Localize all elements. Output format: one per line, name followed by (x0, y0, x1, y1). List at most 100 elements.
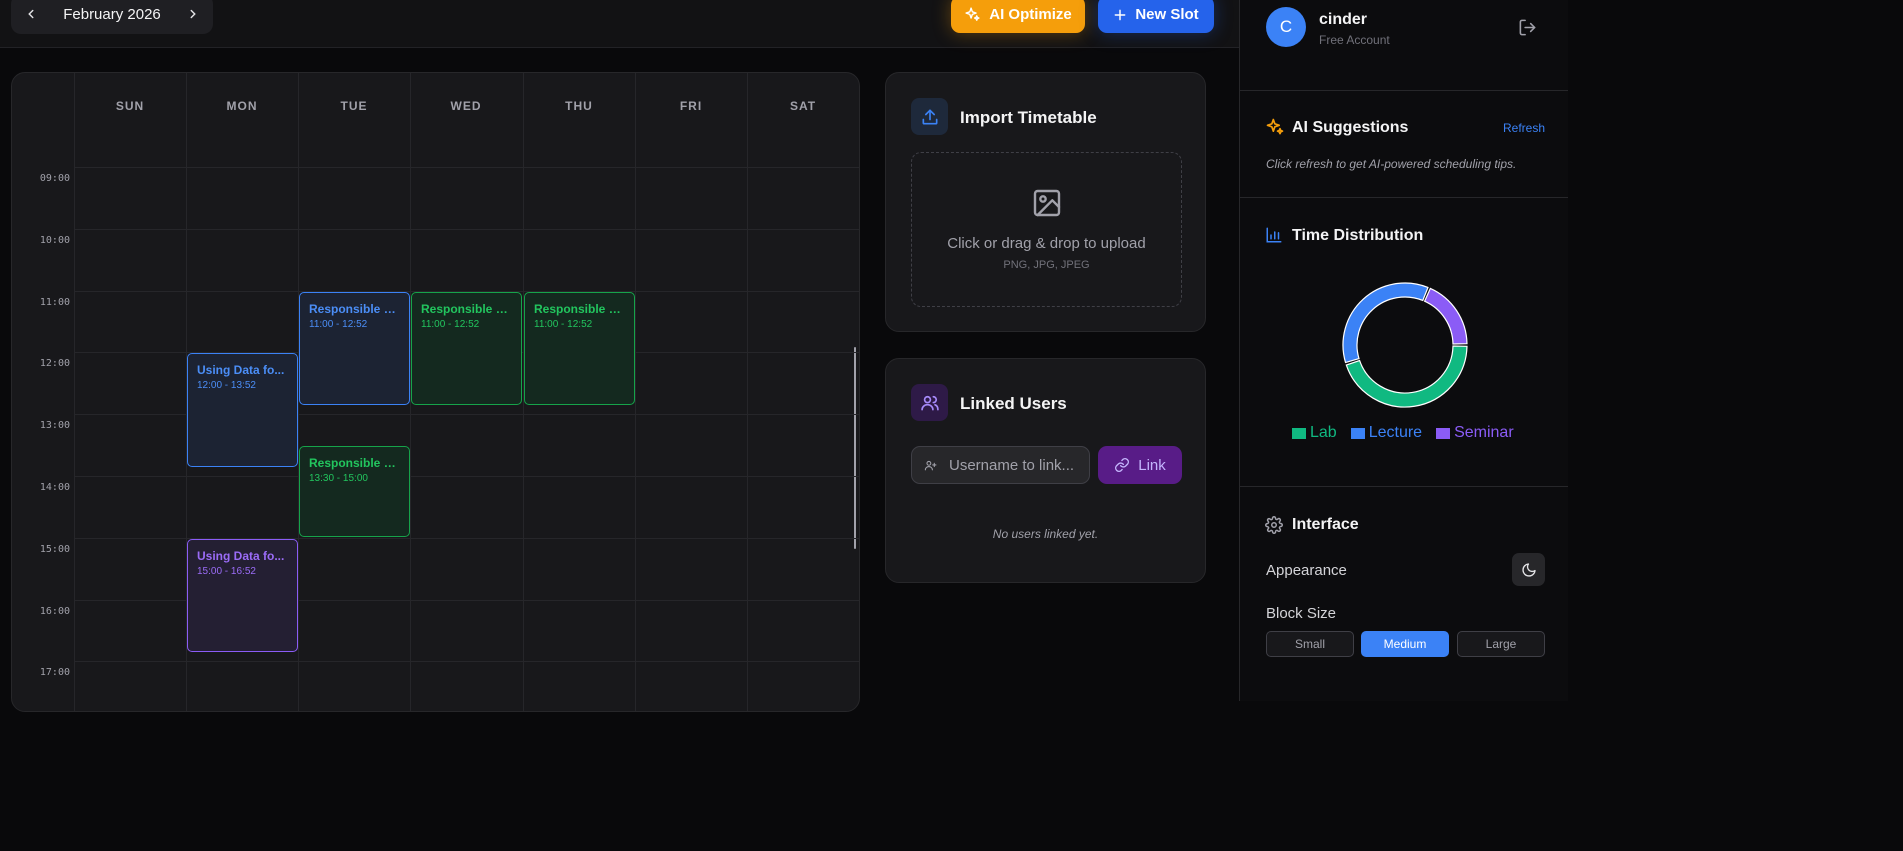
logout-button[interactable] (1518, 18, 1537, 42)
hour-label: 13:00 (39, 420, 70, 432)
hour-label: 14:00 (39, 482, 70, 493)
block-size-label: Block Size (1266, 605, 1337, 622)
hour-label: 10:00 (39, 234, 70, 246)
moon-icon (1521, 562, 1536, 577)
chevron-right-icon (190, 9, 196, 19)
day-column-divider (635, 73, 636, 711)
calendar-scrollbar[interactable] (854, 347, 856, 549)
avatar[interactable]: C (1266, 7, 1306, 47)
event-title: Using Data fo... (197, 363, 285, 378)
event-time: 12:00 - 13:52 (197, 380, 256, 392)
sidebar-divider (1240, 197, 1568, 198)
import-timetable-card: Import Timetable Click or drag & drop to… (885, 72, 1206, 332)
day-header-fri: FRI (679, 99, 703, 113)
hour-label: 09:00 (39, 173, 70, 184)
users-icon-box (911, 384, 948, 421)
link-user-button[interactable]: Link (1098, 446, 1182, 484)
calendar-event[interactable]: Responsible D... 13:30 - 15:00 (299, 446, 410, 537)
sidebar-divider (1240, 90, 1568, 91)
new-slot-label: New Slot (1135, 6, 1199, 23)
legend-item-lab[interactable]: Lab (1292, 424, 1337, 442)
ai-optimize-button[interactable]: AI Optimize (951, 0, 1085, 33)
day-header-sat: SAT (789, 99, 817, 113)
donut-slice-lab[interactable] (1345, 345, 1468, 408)
upload-instruction: Click or drag & drop to upload (947, 235, 1146, 252)
hour-gridline (74, 476, 859, 477)
day-header-sun: SUN (115, 99, 145, 113)
donut-slice-lecture[interactable] (1342, 282, 1429, 364)
linked-users-title: Linked Users (960, 394, 1067, 413)
day-column-divider (747, 73, 748, 711)
upload-dropzone[interactable]: Click or drag & drop to upload PNG, JPG,… (911, 152, 1182, 307)
calendar-event[interactable]: Using Data fo... 15:00 - 16:52 (187, 538, 298, 653)
event-title: Responsible D... (534, 301, 625, 316)
calendar-event[interactable]: Using Data fo... 12:00 - 13:52 (187, 353, 298, 467)
event-time: 13:30 - 15:00 (309, 473, 368, 485)
hour-label: 15:00 (39, 543, 70, 555)
logout-icon (1519, 19, 1536, 36)
legend-item-lecture[interactable]: Lecture (1350, 424, 1423, 442)
calendar-event[interactable]: Responsible D... 11:00 - 12:52 (524, 291, 635, 406)
time-distribution-title: Time Distribution (1292, 227, 1424, 244)
upload-icon (922, 109, 937, 124)
donut-slice-seminar[interactable] (1423, 287, 1468, 345)
legend-swatch (1436, 427, 1451, 439)
user-name: cinder (1319, 11, 1368, 28)
account-plan: Free Account (1319, 33, 1390, 47)
event-time: 11:00 - 12:52 (534, 318, 593, 330)
week-calendar: SUN MON TUE WED THU FRI SAT 09:00 10:00 11:00 12:0… (11, 72, 860, 712)
event-time: 11:00 - 12:52 (421, 318, 480, 330)
chevron-left-icon (28, 9, 34, 19)
ai-suggestions-title: AI Suggestions (1292, 119, 1409, 136)
ai-optimize-label: AI Optimize (989, 6, 1072, 23)
prev-month-button[interactable] (11, 0, 51, 34)
event-title: Responsible D... (309, 301, 400, 316)
plus-icon (1114, 9, 1126, 20)
event-time: 15:00 - 16:52 (197, 565, 256, 577)
sparkles-icon (1266, 118, 1284, 135)
day-header-wed: WED (450, 99, 482, 113)
sidebar-divider (1240, 486, 1568, 487)
hour-gridline (74, 167, 859, 168)
theme-toggle-button[interactable] (1512, 553, 1545, 586)
event-time: 11:00 - 12:52 (309, 318, 368, 330)
import-title: Import Timetable (960, 108, 1097, 127)
chart-legend: Lab Lecture Seminar (1292, 424, 1514, 442)
refresh-link[interactable]: Refresh (1503, 121, 1545, 135)
right-sidebar: C cinder Free Account AI Suggestions Ref… (1239, 0, 1568, 701)
appearance-label: Appearance (1266, 562, 1347, 579)
calendar-event[interactable]: Responsible D... 11:00 - 12:52 (299, 291, 410, 406)
calendar-event[interactable]: Responsible D... 11:00 - 12:52 (411, 291, 522, 406)
username-field[interactable] (911, 446, 1090, 484)
linked-users-card: Linked Users Link No users linked yet. (885, 358, 1206, 583)
hour-label: 12:00 (39, 358, 70, 370)
month-navigator: February 2026 (11, 0, 213, 34)
image-icon (1033, 189, 1061, 217)
event-title: Using Data fo... (197, 548, 285, 563)
block-size-medium-button[interactable]: Medium (1361, 631, 1449, 657)
day-column-divider (74, 73, 75, 711)
ai-tip-text: Click refresh to get AI-powered scheduli… (1266, 157, 1517, 171)
legend-swatch (1292, 427, 1306, 439)
sparkles-icon (965, 7, 980, 21)
event-title: Responsible D... (309, 456, 400, 471)
event-title: Responsible D... (421, 301, 512, 316)
hour-gridline (74, 661, 859, 663)
block-size-large-button[interactable]: Large (1457, 631, 1545, 657)
legend-label: Lecture (1368, 424, 1423, 441)
interface-title: Interface (1292, 516, 1359, 533)
new-slot-button[interactable]: New Slot (1098, 0, 1214, 33)
link-button-label: Link (1138, 456, 1166, 474)
no-users-message: No users linked yet. (992, 527, 1099, 541)
legend-item-seminar[interactable]: Seminar (1436, 424, 1514, 442)
hour-label: 17:00 (39, 667, 70, 679)
day-header-tue: TUE (340, 99, 368, 113)
link-icon (1115, 458, 1130, 472)
user-plus-icon (924, 460, 937, 470)
block-size-small-button[interactable]: Small (1266, 631, 1354, 657)
username-input[interactable] (949, 456, 1089, 474)
next-month-button[interactable] (173, 0, 213, 34)
gear-icon (1265, 516, 1283, 534)
legend-label: Seminar (1454, 424, 1514, 441)
legend-swatch (1350, 427, 1365, 439)
